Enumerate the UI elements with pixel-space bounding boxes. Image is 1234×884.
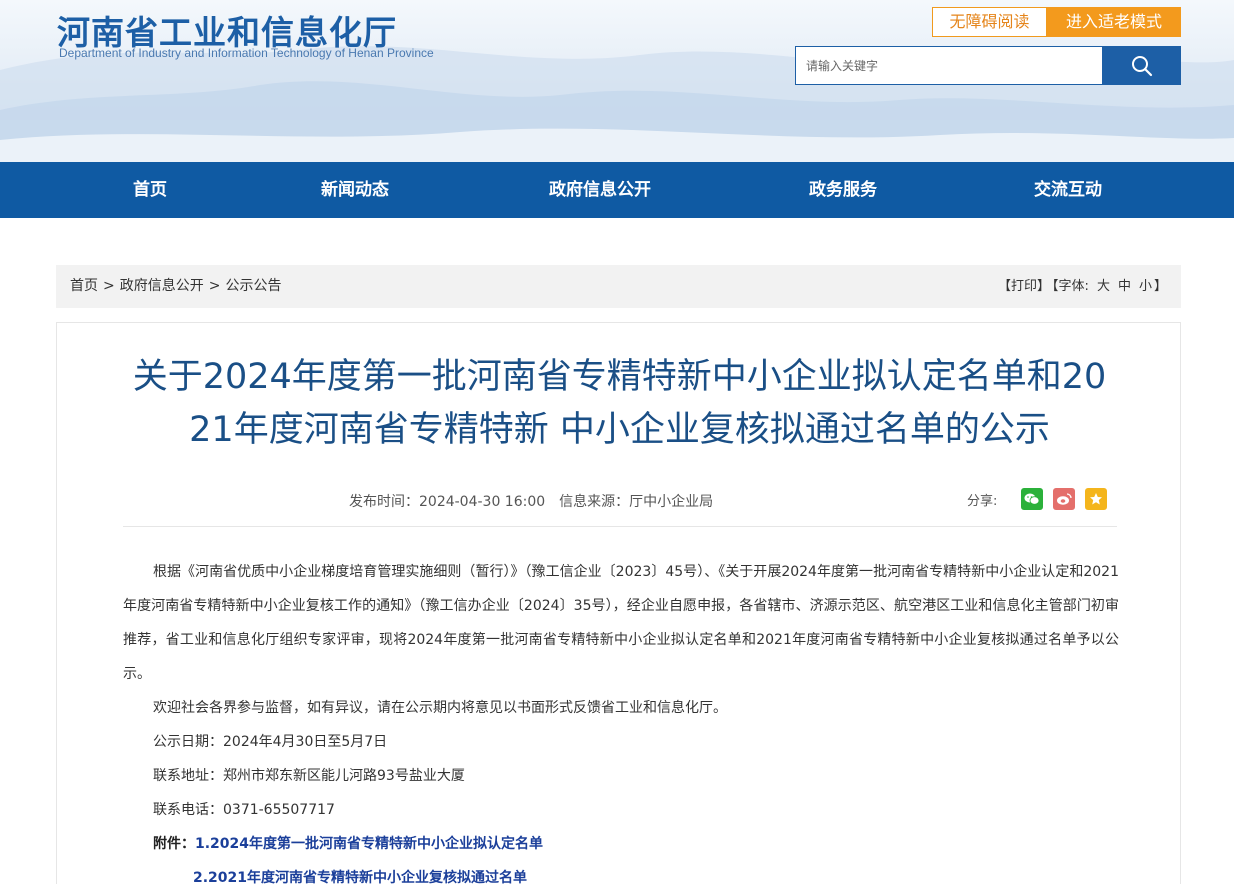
share-bar: 分享: [967,488,1108,510]
search-button[interactable] [1102,46,1181,85]
breadcrumb: 首页 > 政府信息公开 > 公示公告 [70,265,281,308]
article-paragraph: 欢迎社会各界参与监督，如有异议，请在公示期内将意见以书面形式反馈省工业和信息化厅… [153,700,727,716]
breadcrumb-gov-info[interactable]: 政府信息公开 [120,278,204,294]
page-tools: 【打印】 【字体: 大中小】 [996,265,1167,308]
breadcrumb-separator: > [103,278,115,294]
contact-address: 联系地址：郑州市郑东新区能儿河路93号盐业大厦 [153,768,465,784]
qzone-icon[interactable] [1085,488,1108,510]
notice-period: 公示日期：2024年4月30日至5月7日 [153,734,388,750]
article-title: 关于2024年度第一批河南省专精特新中小企业拟认定名单和20 21年度河南省专精… [117,351,1122,457]
attachment-link-2[interactable]: 2.2021年度河南省专精特新中小企业复核拟通过名单 [193,870,527,884]
breadcrumb-home[interactable]: 首页 [70,278,98,294]
article-title-line1: 关于2024年度第一批河南省专精特新中小企业拟认定名单和20 [132,357,1107,397]
weibo-icon[interactable] [1053,488,1076,510]
font-size-label: 【字体: [1052,279,1089,294]
breadcrumb-bar: 首页 > 政府信息公开 > 公示公告 【打印】 【字体: 大中小】 [56,265,1181,308]
search-bar [795,46,1181,85]
search-icon [1131,55,1152,76]
site-header: 河南省工业和信息化厅 Department of Industry and In… [0,0,1234,162]
article-body: 根据《河南省优质中小企业梯度培育管理实施细则（暂行）》（豫工信企业〔2023〕4… [123,555,1119,884]
nav-item-news[interactable]: 新闻动态 [295,162,415,218]
wechat-icon[interactable] [1021,488,1044,510]
attachment-row: 附件：1.2024年度第一批河南省专精特新中小企业拟认定名单 [123,827,1119,861]
search-input[interactable] [795,46,1102,85]
site-subtitle: Department of Industry and Information T… [59,46,434,60]
top-buttons: 无障碍阅读 进入适老模式 [932,7,1181,37]
font-small-button[interactable]: 小 [1139,279,1152,294]
nav-item-interaction[interactable]: 交流互动 [1008,162,1128,218]
article-meta: 发布时间：2024-04-30 16:00 信息来源：厅中小企业局 [349,491,727,511]
meta-divider [123,526,1117,527]
contact-phone: 联系电话：0371-65507717 [153,802,335,818]
breadcrumb-notices[interactable]: 公示公告 [225,278,281,294]
publish-time: 发布时间：2024-04-30 16:00 [349,494,546,510]
attachment-row: 2.2021年度河南省专精特新中小企业复核拟通过名单 [123,861,1119,884]
font-medium-button[interactable]: 中 [1118,279,1131,294]
article-paragraph: 根据《河南省优质中小企业梯度培育管理实施细则（暂行）》（豫工信企业〔2023〕4… [123,564,1119,682]
font-large-button[interactable]: 大 [1097,279,1110,294]
nav-item-home[interactable]: 首页 [100,162,200,218]
main-nav: 首页 新闻动态 政府信息公开 政务服务 交流互动 [0,162,1234,218]
font-size-close: 】 [1153,279,1167,294]
info-source: 信息来源：厅中小企业局 [559,494,714,510]
article-title-line2: 21年度河南省专精特新 中小企业复核拟通过名单的公示 [189,410,1050,450]
nav-item-services[interactable]: 政务服务 [783,162,903,218]
share-label: 分享: [967,493,998,509]
attachment-link-1[interactable]: 1.2024年度第一批河南省专精特新中小企业拟认定名单 [195,836,543,852]
attachment-label: 附件： [153,836,195,852]
print-button[interactable]: 【打印】 [998,279,1050,294]
elder-mode-button[interactable]: 进入适老模式 [1047,7,1181,37]
nav-item-gov-info[interactable]: 政府信息公开 [530,162,670,218]
article-container: 关于2024年度第一批河南省专精特新中小企业拟认定名单和20 21年度河南省专精… [56,322,1181,884]
accessibility-button[interactable]: 无障碍阅读 [932,7,1047,37]
breadcrumb-separator: > [208,278,221,294]
